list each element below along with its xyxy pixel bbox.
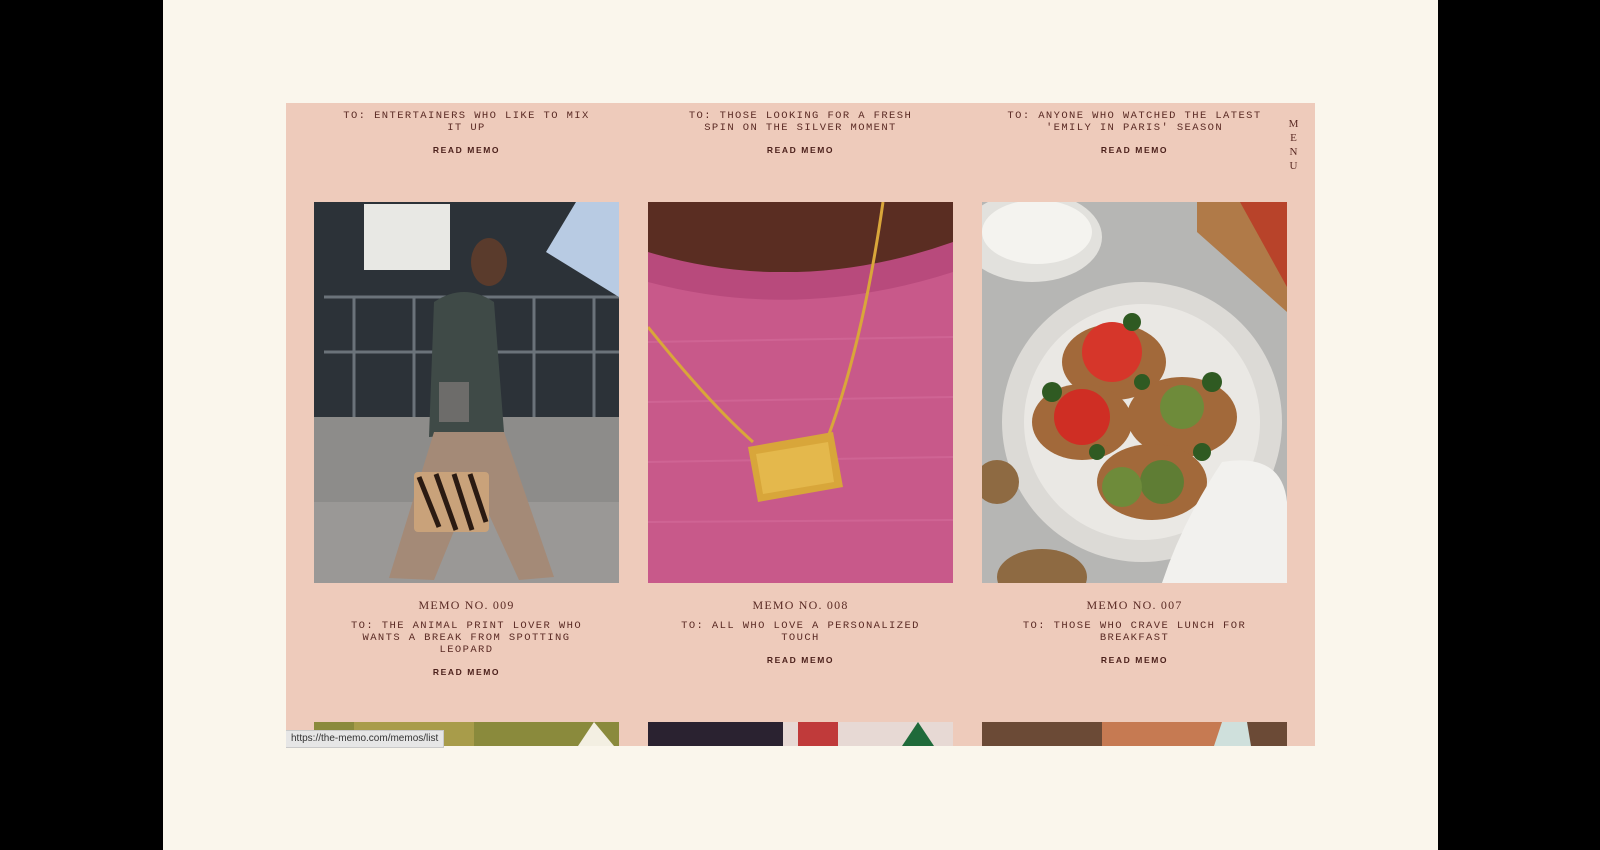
link-status-bar: https://the-memo.com/memos/list	[286, 730, 445, 748]
memo-card-top-1: TO: ENTERTAINERS WHO LIKE TO MIX IT UP R…	[314, 110, 619, 155]
read-memo-link[interactable]: READ MEMO	[648, 145, 953, 155]
memo-card-top-3: TO: ANYONE WHO WATCHED THE LATEST 'EMILY…	[982, 110, 1287, 155]
memo-009-image[interactable]	[314, 202, 619, 583]
memo-card-top-2: TO: THOSE LOOKING FOR A FRESH SPIN ON TH…	[648, 110, 953, 155]
memo-card-009: MEMO NO. 009 TO: THE ANIMAL PRINT LOVER …	[314, 598, 619, 677]
menu-letter: E	[1290, 132, 1298, 144]
read-memo-link[interactable]: READ MEMO	[314, 145, 619, 155]
memo-card-008: MEMO NO. 008 TO: ALL WHO LOVE A PERSONAL…	[648, 598, 953, 665]
memo-recipient: TO: THE ANIMAL PRINT LOVER WHO WANTS A B…	[350, 620, 583, 656]
memo-recipient: TO: THOSE WHO CRAVE LUNCH FOR BREAKFAST	[1022, 620, 1247, 644]
read-memo-link[interactable]: READ MEMO	[982, 655, 1287, 665]
next-memo-image[interactable]	[648, 722, 953, 746]
memo-recipient: TO: ENTERTAINERS WHO LIKE TO MIX IT UP	[343, 110, 590, 134]
memo-008-image[interactable]	[648, 202, 953, 583]
read-memo-link[interactable]: READ MEMO	[648, 655, 953, 665]
memo-number: MEMO NO. 009	[418, 598, 515, 612]
next-memo-image[interactable]	[982, 722, 1287, 746]
read-memo-link[interactable]: READ MEMO	[314, 667, 619, 677]
memo-list-panel: M E N U TO: ENTERTAINERS WHO LIKE TO MIX…	[286, 103, 1315, 746]
menu-letter: U	[1289, 160, 1299, 172]
memo-number: MEMO NO. 007	[1086, 598, 1183, 612]
menu-letter: N	[1289, 146, 1299, 158]
memo-number: MEMO NO. 008	[752, 598, 849, 612]
memo-recipient: TO: THOSE LOOKING FOR A FRESH SPIN ON TH…	[688, 110, 913, 134]
memo-recipient: TO: ALL WHO LOVE A PERSONALIZED TOUCH	[681, 620, 920, 644]
memo-card-007: MEMO NO. 007 TO: THOSE WHO CRAVE LUNCH F…	[982, 598, 1287, 665]
menu-letter: M	[1288, 118, 1300, 130]
memo-recipient: TO: ANYONE WHO WATCHED THE LATEST 'EMILY…	[1007, 110, 1262, 134]
memo-007-image[interactable]	[982, 202, 1287, 583]
menu-button[interactable]: M E N U	[1287, 117, 1301, 173]
read-memo-link[interactable]: READ MEMO	[982, 145, 1287, 155]
page-background: M E N U TO: ENTERTAINERS WHO LIKE TO MIX…	[163, 0, 1438, 850]
